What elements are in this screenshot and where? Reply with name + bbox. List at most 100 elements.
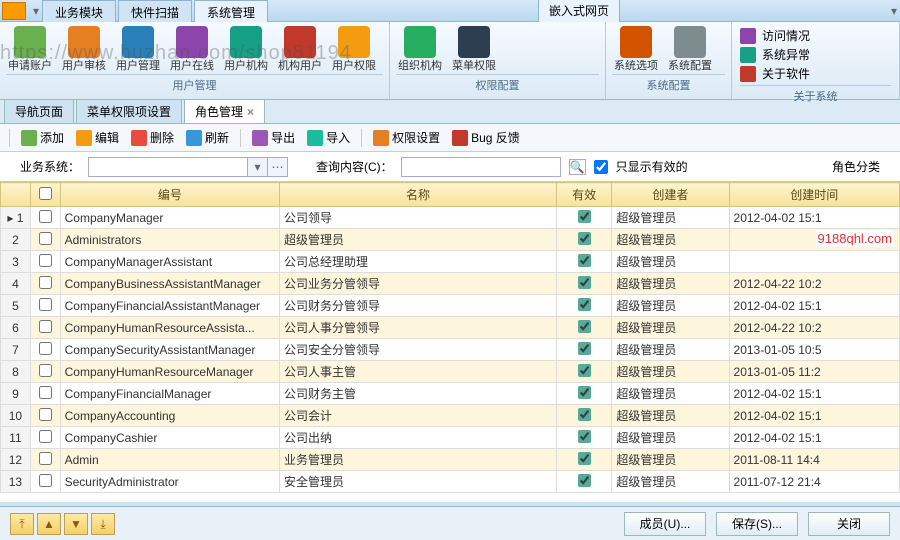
table-row[interactable]: 11CompanyCashier公司出纳超级管理员2012-04-02 15:1	[1, 427, 900, 449]
top-tab-2[interactable]: 系统管理	[194, 0, 268, 22]
row-checkbox[interactable]	[39, 276, 52, 289]
valid-checkbox[interactable]	[578, 408, 591, 421]
column-header[interactable]: 名称	[280, 183, 557, 207]
cell-name: 公司会计	[280, 405, 557, 427]
save-button[interactable]: 保存(S)...	[716, 512, 798, 536]
ribbon-item[interactable]: 系统配置	[666, 24, 714, 72]
toolbar-删除[interactable]: 删除	[127, 127, 178, 148]
only-valid-checkbox[interactable]	[594, 160, 608, 174]
column-header[interactable]: 有效	[556, 183, 611, 207]
nav-last-button[interactable]: ⤓	[91, 513, 115, 535]
toolbar-icon	[131, 130, 147, 146]
app-menu-dropdown[interactable]: ▾	[30, 4, 42, 18]
table-row[interactable]: 10CompanyAccounting公司会计超级管理员2012-04-02 1…	[1, 405, 900, 427]
valid-checkbox[interactable]	[578, 364, 591, 377]
table-row[interactable]: ▸ 1CompanyManager公司领导超级管理员2012-04-02 15:…	[1, 207, 900, 229]
row-checkbox[interactable]	[39, 474, 52, 487]
valid-checkbox[interactable]	[578, 320, 591, 333]
toolbar-权限设置[interactable]: 权限设置	[369, 127, 444, 148]
table-row[interactable]: 5CompanyFinancialAssistantManager公司财务分管领…	[1, 295, 900, 317]
row-checkbox[interactable]	[39, 408, 52, 421]
valid-checkbox[interactable]	[578, 452, 591, 465]
table-row[interactable]: 6CompanyHumanResourceAssista...公司人事分管领导超…	[1, 317, 900, 339]
valid-checkbox[interactable]	[578, 430, 591, 443]
toolbar-添加[interactable]: 添加	[17, 127, 68, 148]
ribbon-item[interactable]: 用户在线	[168, 24, 216, 72]
nav-first-button[interactable]: ⤒	[10, 513, 34, 535]
table-row[interactable]: 9CompanyFinancialManager公司财务主管超级管理员2012-…	[1, 383, 900, 405]
ribbon-item[interactable]: 申请账户	[6, 24, 54, 72]
valid-checkbox[interactable]	[578, 232, 591, 245]
ribbon-side-item[interactable]: 关于软件	[740, 64, 891, 83]
valid-checkbox[interactable]	[578, 276, 591, 289]
close-button[interactable]: 关闭	[808, 512, 890, 536]
ribbon-item[interactable]: 组织机构	[396, 24, 444, 72]
biz-system-dropdown[interactable]: ▾	[248, 157, 268, 177]
ribbon-item[interactable]: 用户审核	[60, 24, 108, 72]
row-checkbox[interactable]	[39, 232, 52, 245]
toolbar-导出[interactable]: 导出	[248, 127, 299, 148]
close-icon[interactable]: ×	[247, 105, 254, 119]
row-checkbox[interactable]	[39, 210, 52, 223]
doc-tab-2[interactable]: 角色管理×	[184, 99, 265, 123]
biz-system-combo[interactable]	[88, 157, 248, 177]
top-tab-0[interactable]: 业务模块	[42, 0, 116, 22]
doc-tab-1[interactable]: 菜单权限项设置	[76, 99, 182, 123]
window-menu-dropdown[interactable]: ▾	[888, 4, 900, 18]
row-checkbox[interactable]	[39, 320, 52, 333]
ribbon-side-item[interactable]: 访问情况	[740, 26, 891, 45]
embedded-web-tab[interactable]: 嵌入式网页	[538, 0, 620, 23]
cell-code: CompanyBusinessAssistantManager	[60, 273, 279, 295]
row-checkbox[interactable]	[39, 298, 52, 311]
toolbar-Bug 反馈[interactable]: Bug 反馈	[448, 127, 524, 148]
table-row[interactable]: 7CompanySecurityAssistantManager公司安全分管领导…	[1, 339, 900, 361]
row-checkbox[interactable]	[39, 386, 52, 399]
table-row[interactable]: 3CompanyManagerAssistant公司总经理助理超级管理员	[1, 251, 900, 273]
toolbar-导入[interactable]: 导入	[303, 127, 354, 148]
query-input[interactable]	[401, 157, 561, 177]
table-row[interactable]: 2Administrators超级管理员超级管理员	[1, 229, 900, 251]
column-header[interactable]: 创建者	[612, 183, 729, 207]
ribbon-item[interactable]: 用户权限	[330, 24, 378, 72]
ribbon-item[interactable]: 系统选项	[612, 24, 660, 72]
cell-name: 公司领导	[280, 207, 557, 229]
row-checkbox[interactable]	[39, 430, 52, 443]
search-button[interactable]: 🔍	[569, 159, 586, 175]
doc-tab-0[interactable]: 导航页面	[4, 99, 74, 123]
table-row[interactable]: 13SecurityAdministrator安全管理员超级管理员2011-07…	[1, 471, 900, 493]
ribbon-item[interactable]: 菜单权限	[450, 24, 498, 72]
column-header[interactable]	[1, 183, 31, 207]
table-row[interactable]: 12Admin业务管理员超级管理员2011-08-11 14:4	[1, 449, 900, 471]
ribbon-side-item[interactable]: 系统异常	[740, 45, 891, 64]
app-icon[interactable]	[2, 2, 26, 20]
table-row[interactable]: 4CompanyBusinessAssistantManager公司业务分管领导…	[1, 273, 900, 295]
column-header[interactable]: 创建时间	[729, 183, 899, 207]
valid-checkbox[interactable]	[578, 298, 591, 311]
cell-creator: 超级管理员	[612, 339, 729, 361]
valid-checkbox[interactable]	[578, 386, 591, 399]
table-row[interactable]: 8CompanyHumanResourceManager公司人事主管超级管理员2…	[1, 361, 900, 383]
row-checkbox[interactable]	[39, 342, 52, 355]
ribbon-item[interactable]: 机构用户	[276, 24, 324, 72]
nav-up-button[interactable]: ▲	[37, 513, 61, 535]
row-checkbox[interactable]	[39, 364, 52, 377]
valid-checkbox[interactable]	[578, 210, 591, 223]
top-tab-1[interactable]: 快件扫描	[118, 0, 192, 22]
nav-down-button[interactable]: ▼	[64, 513, 88, 535]
ribbon-item[interactable]: 用户机构	[222, 24, 270, 72]
toolbar-icon	[21, 130, 37, 146]
column-header[interactable]	[30, 183, 60, 207]
toolbar-编辑[interactable]: 编辑	[72, 127, 123, 148]
valid-checkbox[interactable]	[578, 342, 591, 355]
ribbon-item[interactable]: 用户管理	[114, 24, 162, 72]
valid-checkbox[interactable]	[578, 254, 591, 267]
column-header[interactable]: 编号	[60, 183, 279, 207]
members-button[interactable]: 成员(U)...	[624, 512, 706, 536]
toolbar-刷新[interactable]: 刷新	[182, 127, 233, 148]
select-all-checkbox[interactable]	[39, 187, 52, 200]
row-number: ▸ 1	[1, 207, 31, 229]
biz-system-more[interactable]: ⋯	[268, 157, 288, 177]
row-checkbox[interactable]	[39, 452, 52, 465]
valid-checkbox[interactable]	[578, 474, 591, 487]
row-checkbox[interactable]	[39, 254, 52, 267]
